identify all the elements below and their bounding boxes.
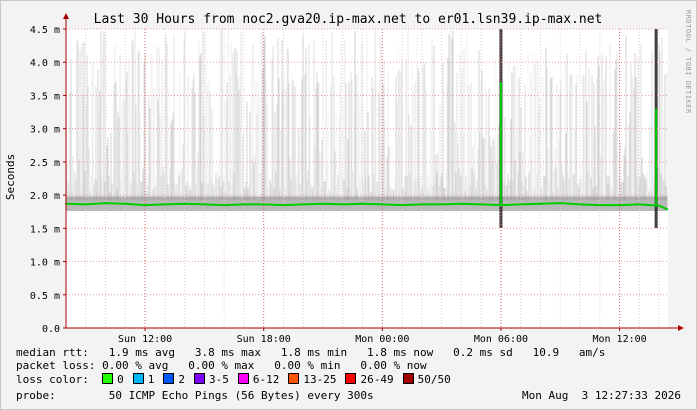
loss-color-swatch — [288, 373, 300, 384]
median-rtt-row: median rtt: 1.9 ms avg 3.8 ms max 1.8 ms… — [16, 346, 605, 359]
median-rtt-point — [381, 203, 384, 206]
median-rtt-point — [420, 203, 423, 206]
loss-color-swatch — [163, 373, 175, 384]
median-rtt-point — [302, 203, 305, 206]
y-tick-label: 1.0 m — [30, 258, 60, 269]
loss-color-item: 13-25 — [288, 373, 336, 386]
median-rtt-point — [519, 203, 522, 206]
median-rtt-point — [499, 204, 502, 207]
loss-color-swatch — [193, 373, 205, 384]
loss-color-item: 6-12 — [237, 373, 280, 386]
median-rtt-point — [203, 203, 206, 206]
loss-color-label-text: 6-12 — [252, 373, 280, 386]
probe-label: probe: — [16, 389, 56, 402]
median-rtt-point — [658, 204, 661, 207]
median-rtt-point — [578, 203, 582, 206]
probe-row: probe: 50 ICMP Echo Pings (56 Bytes) eve… — [16, 389, 681, 402]
median-rtt-point — [401, 204, 404, 207]
probe-values: 50 ICMP Echo Pings (56 Bytes) every 300s — [108, 389, 374, 402]
y-axis-label: Seconds — [4, 154, 17, 200]
loss-color-label-text: 13-25 — [303, 373, 337, 386]
loss-color-label-text: 3-5 — [208, 373, 229, 386]
median-rtt-values: 1.9 ms avg 3.8 ms max 1.8 ms min 1.8 ms … — [108, 346, 606, 359]
loss-color-swatch — [402, 373, 414, 384]
y-tick-label: 2.0 m — [30, 191, 60, 202]
median-rtt-point — [559, 202, 562, 205]
median-rtt-point — [598, 204, 601, 207]
y-tick-label: 4.5 m — [30, 25, 60, 36]
loss-color-item: 3-5 — [193, 373, 229, 386]
x-tick-label: Sun 12:00 — [118, 334, 172, 345]
x-tick-label: Sun 18:00 — [237, 334, 291, 345]
loss-color-swatch — [132, 373, 144, 384]
median-rtt-point — [262, 203, 265, 206]
median-rtt-point — [480, 203, 483, 206]
median-rtt-point — [163, 203, 166, 206]
loss-color-item: 26-49 — [345, 373, 394, 386]
y-tick-label: 2.5 m — [30, 158, 60, 169]
packet-loss-values: 0.00 % avg 0.00 % max 0.00 % min 0.00 % … — [102, 359, 427, 372]
y-tick-label: 0.5 m — [30, 291, 60, 302]
x-axis-arrow — [678, 325, 684, 331]
median-rtt-point — [282, 204, 285, 207]
loss-color-swatch — [345, 373, 357, 384]
loss-color-item: 50/50 — [402, 373, 451, 386]
loss-color-label-text: 1 — [147, 373, 155, 386]
loss-color-label: loss color: — [16, 373, 89, 386]
median-rtt-point — [124, 202, 127, 205]
chart-svg: Last 30 Hours from noc2.gva20.ip-max.net… — [4, 10, 692, 345]
median-rtt-point — [440, 203, 443, 206]
x-tick-label: Mon 06:00 — [474, 334, 528, 345]
y-tick-label: 4.0 m — [30, 58, 60, 69]
loss-color-item: 1 — [132, 373, 155, 386]
x-tick-label: Mon 00:00 — [355, 334, 409, 345]
median-rtt-point — [618, 204, 621, 207]
y-axis-arrow — [63, 13, 69, 19]
loss-color-label-text: 2 — [178, 373, 185, 386]
timestamp: Mon Aug 3 12:27:33 2026 — [522, 389, 681, 402]
loss-color-items: 0 1 2 3-5 6-12 13-25 26-49 50/50 — [102, 373, 460, 386]
chart-title: Last 30 Hours from noc2.gva20.ip-max.net… — [94, 12, 603, 27]
rrdtool-credit: RRDTOOL / TOBI OETIKER — [684, 10, 692, 114]
loss-color-item: 0 — [102, 373, 124, 386]
median-rtt-point — [223, 204, 226, 207]
median-rtt-point — [183, 202, 186, 205]
y-tick-label: 1.5 m — [30, 224, 60, 235]
median-rtt-point — [341, 203, 344, 206]
loss-color-swatch — [237, 373, 249, 384]
median-rtt-point — [638, 203, 641, 206]
median-rtt-point — [84, 203, 87, 206]
loss-color-label-text: 0 — [117, 373, 124, 386]
median-rtt-point — [539, 202, 542, 205]
median-rtt-point — [144, 204, 147, 207]
median-rtt-point — [361, 202, 364, 205]
y-tick-label: 0.0 — [42, 324, 60, 335]
loss-color-item: 2 — [163, 373, 185, 386]
median-rtt-point — [104, 202, 107, 205]
median-rtt-label: median rtt: — [16, 346, 89, 359]
packet-loss-row: packet loss: 0.00 % avg 0.00 % max 0.00 … — [16, 359, 427, 372]
x-tick-label: Mon 12:00 — [592, 334, 646, 345]
loss-color-row: loss color: 0 1 2 3-5 6-12 13-25 26-49 50/50 — [16, 373, 460, 386]
median-rtt-point — [242, 203, 245, 206]
loss-color-swatch — [102, 373, 114, 384]
median-rtt-point — [665, 208, 669, 211]
y-tick-label: 3.0 m — [30, 125, 60, 136]
packet-loss-label: packet loss: — [16, 359, 96, 372]
y-tick-label: 3.5 m — [30, 91, 60, 102]
loss-color-label-text: 50/50 — [417, 373, 451, 386]
median-rtt-point — [460, 202, 463, 205]
median-rtt-point — [321, 202, 325, 205]
loss-color-label-text: 26-49 — [360, 373, 394, 386]
